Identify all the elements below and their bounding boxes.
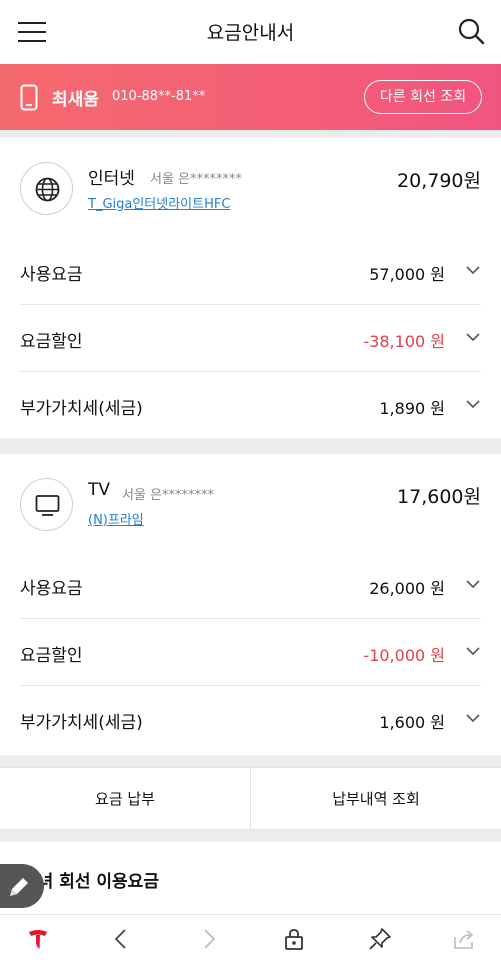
- row-value: 57,000 원: [369, 265, 445, 284]
- usage-fee-row[interactable]: 사용요금 57,000 원: [20, 238, 481, 305]
- globe-icon: [20, 162, 73, 215]
- row-value: 1,890 원: [379, 399, 445, 418]
- row-value: 1,600 원: [379, 713, 445, 732]
- row-label: 요금할인: [20, 332, 83, 352]
- row-value: -10,000 원: [363, 646, 445, 665]
- discount-row[interactable]: 요금할인 -38,100 원: [20, 305, 481, 372]
- other-line-button[interactable]: 다른 회선 조회: [364, 80, 482, 114]
- row-label: 사용요금: [20, 579, 83, 599]
- payment-history-button[interactable]: 납부내역 조회: [251, 768, 501, 830]
- service-name: 인터넷: [88, 169, 135, 189]
- service-plan-link[interactable]: T_Giga인터넷라이트HFC: [88, 193, 230, 212]
- chevron-down-icon: [466, 580, 480, 589]
- search-icon[interactable]: [457, 17, 485, 45]
- vat-row[interactable]: 부가가치세(세금) 1,600 원: [20, 686, 481, 753]
- lock-icon[interactable]: [282, 927, 306, 951]
- row-label: 사용요금: [20, 265, 83, 285]
- back-icon[interactable]: [110, 927, 134, 951]
- customer-name: 최새움: [52, 90, 99, 110]
- vat-row[interactable]: 부가가치세(세금) 1,890 원: [20, 372, 481, 439]
- phone-number: 010-88**-81**: [112, 89, 206, 104]
- service-region: 서울 은********: [150, 172, 243, 187]
- service-total-amount: 17,600원: [397, 486, 481, 508]
- chevron-down-icon: [466, 333, 480, 342]
- service-plan-link[interactable]: (N)프라임: [88, 509, 144, 528]
- tv-bill-card: TV 서울 은******** (N)프라임 17,600원 사용요금 26,0…: [0, 454, 501, 755]
- pin-icon[interactable]: [368, 927, 392, 951]
- smartphone-icon: [20, 84, 38, 111]
- chevron-down-icon: [466, 647, 480, 656]
- row-label: 부가가치세(세금): [20, 713, 143, 733]
- discount-row[interactable]: 요금할인 -10,000 원: [20, 619, 481, 686]
- page-title: 요금안내서: [206, 22, 295, 44]
- forward-icon[interactable]: [196, 927, 220, 951]
- chevron-down-icon: [466, 714, 480, 723]
- service-region: 서울 은********: [122, 488, 215, 503]
- pencil-icon: [10, 878, 28, 896]
- tv-icon: [20, 478, 73, 531]
- child-line-section[interactable]: 자녀 회선 이용요금: [0, 842, 501, 914]
- internet-bill-card: 인터넷 서울 은******** T_Giga인터넷라이트HFC 20,790원…: [0, 138, 501, 438]
- share-icon[interactable]: [452, 927, 476, 951]
- pay-bill-button[interactable]: 요금 납부: [0, 768, 250, 830]
- row-label: 요금할인: [20, 646, 83, 666]
- payment-actions: 요금 납부 납부내역 조회: [0, 767, 501, 830]
- row-value: 26,000 원: [369, 579, 445, 598]
- usage-fee-row[interactable]: 사용요금 26,000 원: [20, 552, 481, 619]
- browser-bottom-bar: [0, 914, 501, 960]
- chevron-down-icon: [466, 400, 480, 409]
- app-header: 요금안내서: [0, 0, 501, 64]
- service-name: TV: [88, 480, 111, 500]
- row-label: 부가가치세(세금): [20, 399, 143, 419]
- row-value: -38,100 원: [363, 332, 445, 351]
- chevron-down-icon: [466, 266, 480, 275]
- line-selector-bar: 최새움 010-88**-81** 다른 회선 조회: [0, 64, 501, 130]
- edit-pencil-button[interactable]: [0, 864, 44, 908]
- service-total-amount: 20,790원: [397, 170, 481, 192]
- t-logo-icon[interactable]: [26, 927, 50, 951]
